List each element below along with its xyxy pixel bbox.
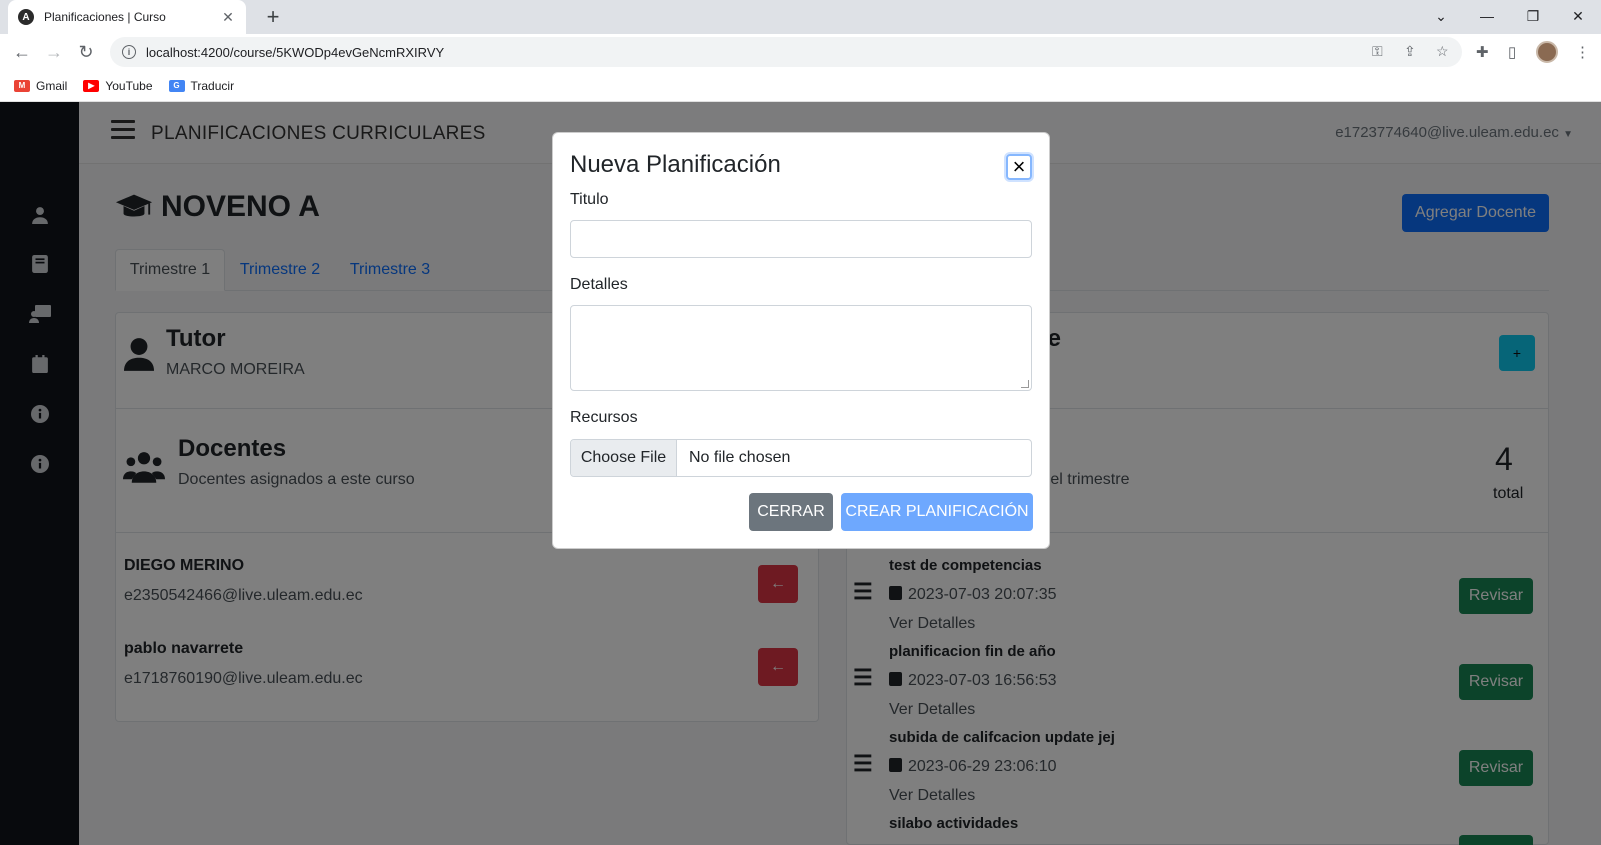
bookmark-star-icon[interactable]: ☆ — [1436, 43, 1449, 60]
file-status: No file chosen — [689, 449, 791, 466]
menu-kebab-icon[interactable]: ⋮ — [1575, 43, 1590, 61]
address-bar[interactable]: i localhost:4200/course/5KWODp4evGeNcmRX… — [110, 37, 1462, 67]
gmail-icon: M — [14, 79, 30, 92]
minimize-icon[interactable]: — — [1464, 0, 1510, 32]
recursos-file-input[interactable]: Choose File No file chosen — [570, 439, 1032, 477]
recursos-label: Recursos — [570, 409, 638, 426]
browser-tab[interactable]: A Planificaciones | Curso ✕ — [8, 0, 246, 34]
bookmark-traducir[interactable]: G Traducir — [168, 79, 234, 93]
side-panel-icon[interactable]: ▯ — [1508, 43, 1516, 61]
restore-icon[interactable]: ❐ — [1510, 0, 1556, 32]
bookmarks-bar: M Gmail ▶ YouTube G Traducir — [0, 70, 1601, 102]
window-close-icon[interactable]: ✕ — [1555, 0, 1601, 32]
detalles-textarea[interactable] — [570, 305, 1032, 391]
resize-grip-icon[interactable] — [1021, 380, 1029, 388]
url-text: localhost:4200/course/5KWODp4evGeNcmRXIR… — [146, 44, 445, 60]
tab-search-icon[interactable]: ⌄ — [1418, 0, 1464, 32]
share-icon[interactable]: ⇪ — [1404, 43, 1416, 60]
back-icon[interactable]: ← — [8, 38, 36, 66]
create-planificacion-button[interactable]: CREAR PLANIFICACIÓN — [841, 493, 1033, 531]
tab-title: Planificaciones | Curso — [44, 10, 166, 24]
choose-file-button[interactable]: Choose File — [571, 440, 677, 476]
site-info-icon[interactable]: i — [122, 45, 136, 59]
reload-icon[interactable]: ↻ — [72, 38, 100, 66]
close-icon[interactable]: × — [1006, 154, 1032, 180]
modal-title: Nueva Planificación — [570, 151, 781, 178]
new-tab-icon[interactable]: + — [260, 4, 286, 30]
youtube-icon: ▶ — [83, 79, 100, 92]
key-icon[interactable]: ⚿ — [1372, 43, 1383, 60]
close-tab-icon[interactable]: ✕ — [220, 9, 236, 26]
new-planificacion-modal: Nueva Planificación × Titulo Detalles Re… — [552, 132, 1050, 549]
extensions-icon[interactable]: ✚ — [1476, 43, 1489, 61]
browser-toolbar: ← → ↻ i localhost:4200/course/5KWODp4evG… — [0, 34, 1601, 70]
translate-icon: G — [168, 79, 185, 92]
bookmark-youtube[interactable]: ▶ YouTube — [83, 79, 153, 93]
profile-avatar[interactable] — [1536, 41, 1558, 63]
angular-icon: A — [18, 9, 34, 25]
close-modal-button[interactable]: CERRAR — [749, 493, 833, 531]
detalles-label: Detalles — [570, 276, 628, 293]
bookmark-gmail[interactable]: M Gmail — [14, 79, 67, 93]
browser-tabbar: A Planificaciones | Curso ✕ + ⌄ — ❐ ✕ — [0, 0, 1601, 34]
forward-icon[interactable]: → — [40, 38, 68, 66]
titulo-input[interactable] — [570, 220, 1032, 258]
titulo-label: Titulo — [570, 191, 609, 208]
